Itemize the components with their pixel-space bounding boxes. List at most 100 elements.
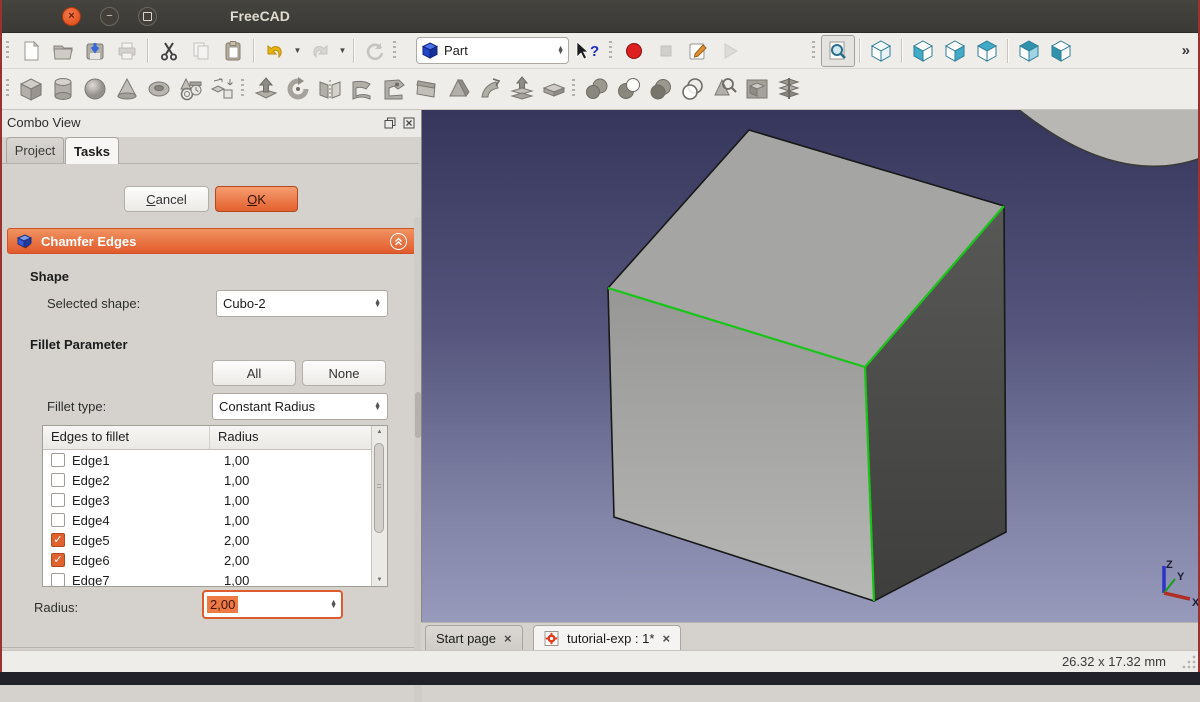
scroll-up-icon[interactable]: ▲ (372, 429, 387, 435)
edge-checkbox[interactable] (51, 573, 65, 587)
close-tab-icon[interactable]: × (504, 631, 512, 646)
view-fit-all-icon[interactable] (821, 35, 855, 67)
cone-icon[interactable] (111, 74, 143, 104)
macro-record-icon[interactable] (618, 36, 650, 66)
edge-label[interactable]: Edge6 (72, 553, 202, 568)
tab-document[interactable]: tutorial-exp : 1* × (533, 625, 681, 651)
column-header-radius[interactable]: Radius (210, 426, 258, 449)
toolbar-grip[interactable] (241, 79, 244, 99)
macro-stop-icon[interactable] (650, 36, 682, 66)
edge-label[interactable]: Edge4 (72, 513, 202, 528)
cross-sections-icon[interactable] (773, 74, 805, 104)
copy-icon[interactable] (185, 36, 217, 66)
redo-icon[interactable] (304, 36, 336, 66)
workbench-selector[interactable]: Part ▲▼ (416, 37, 569, 64)
redo-dropdown-caret[interactable]: ▼ (336, 36, 349, 66)
spinbox-arrows-icon[interactable]: ▲▼ (330, 601, 337, 609)
edge-checkbox[interactable] (51, 453, 65, 467)
check-geometry-icon[interactable] (709, 74, 741, 104)
torus-icon[interactable] (143, 74, 175, 104)
view-rear-icon[interactable] (1013, 36, 1045, 66)
toolbar-grip[interactable] (812, 41, 815, 61)
edge-radius-value[interactable]: 1,00 (224, 493, 249, 508)
paste-icon[interactable] (217, 36, 249, 66)
view-left-icon[interactable] (1045, 36, 1077, 66)
new-document-icon[interactable] (15, 36, 47, 66)
defeaturing-icon[interactable] (741, 74, 773, 104)
window-maximize-button[interactable] (138, 7, 157, 26)
panel-close-icon[interactable] (402, 116, 416, 130)
wedge-icon[interactable] (442, 74, 474, 104)
offset-icon[interactable] (506, 74, 538, 104)
tab-tasks[interactable]: Tasks (65, 137, 119, 164)
3d-viewport[interactable]: Z Y X (421, 110, 1199, 622)
sphere-icon[interactable] (79, 74, 111, 104)
chamfer-icon[interactable] (378, 74, 410, 104)
cylinder-icon[interactable] (47, 74, 79, 104)
macro-play-icon[interactable] (714, 36, 746, 66)
toolbar-grip[interactable] (6, 41, 9, 61)
workbench-selector-spinner[interactable]: ▲▼ (557, 47, 564, 55)
undo-icon[interactable] (259, 36, 291, 66)
save-document-icon[interactable] (79, 36, 111, 66)
fillet-type-select[interactable]: Constant Radius ▲▼ (212, 393, 388, 420)
selected-shape-select[interactable]: Cubo-2 ▲▼ (216, 290, 388, 317)
resize-grip[interactable] (1182, 655, 1196, 669)
mirror-icon[interactable] (314, 74, 346, 104)
print-icon[interactable] (111, 36, 143, 66)
sweep-icon[interactable] (474, 74, 506, 104)
view-top-icon[interactable] (971, 36, 1003, 66)
fillet-icon[interactable] (346, 74, 378, 104)
boolean-section-icon[interactable] (677, 74, 709, 104)
radius-spinbox[interactable]: 2,00 ▲▼ (202, 590, 343, 619)
table-scrollbar[interactable]: ▲ ▼ (371, 426, 387, 586)
view-axonometric-icon[interactable] (865, 36, 897, 66)
box-icon[interactable] (15, 74, 47, 104)
view-front-icon[interactable] (907, 36, 939, 66)
cut-icon[interactable] (153, 36, 185, 66)
cube-object[interactable] (608, 130, 1006, 601)
ok-button[interactable]: OK (215, 186, 298, 212)
boolean-union-icon[interactable] (581, 74, 613, 104)
edge-radius-value[interactable]: 1,00 (224, 473, 249, 488)
open-document-icon[interactable] (47, 36, 79, 66)
column-header-edges[interactable]: Edges to fillet (43, 426, 210, 449)
edge-radius-value[interactable]: 1,00 (224, 453, 249, 468)
shape-builder-icon[interactable] (207, 74, 239, 104)
thickness-icon[interactable] (538, 74, 570, 104)
edge-checkbox[interactable] (51, 493, 65, 507)
primitives-icon[interactable] (175, 74, 207, 104)
revolve-icon[interactable] (282, 74, 314, 104)
edge-checkbox[interactable] (51, 513, 65, 527)
panel-float-icon[interactable] (383, 116, 397, 130)
select-all-button[interactable]: All (212, 360, 296, 386)
tab-start-page[interactable]: Start page × (425, 625, 523, 651)
toolbar-grip[interactable] (393, 41, 396, 61)
scrollbar-thumb[interactable] (374, 443, 384, 533)
window-minimize-button[interactable]: − (100, 7, 119, 26)
edge-label[interactable]: Edge3 (72, 493, 202, 508)
edge-label[interactable]: Edge5 (72, 533, 202, 548)
edge-checkbox[interactable]: ✓ (51, 553, 65, 567)
select-none-button[interactable]: None (302, 360, 386, 386)
refresh-icon[interactable] (359, 36, 391, 66)
edge-radius-value[interactable]: 2,00 (224, 553, 249, 568)
toolbar-grip[interactable] (572, 79, 575, 99)
edge-radius-value[interactable]: 2,00 (224, 533, 249, 548)
window-close-button[interactable]: × (62, 7, 81, 26)
cylinder-object[interactable] (1018, 110, 1199, 166)
macro-edit-icon[interactable] (682, 36, 714, 66)
edge-radius-value[interactable]: 1,00 (224, 573, 249, 588)
boolean-cut-icon[interactable] (613, 74, 645, 104)
edge-checkbox[interactable]: ✓ (51, 533, 65, 547)
whats-this-icon[interactable]: ? (569, 36, 607, 66)
collapse-chevrons-icon[interactable] (390, 233, 407, 250)
edge-label[interactable]: Edge2 (72, 473, 202, 488)
undo-dropdown-caret[interactable]: ▼ (291, 36, 304, 66)
cancel-button[interactable]: Cancel (124, 186, 209, 212)
toolbar-grip[interactable] (609, 41, 612, 61)
edge-radius-value[interactable]: 1,00 (224, 513, 249, 528)
toolbar-overflow[interactable]: » (1182, 42, 1190, 59)
toolbar-grip[interactable] (6, 79, 9, 99)
view-right-icon[interactable] (939, 36, 971, 66)
